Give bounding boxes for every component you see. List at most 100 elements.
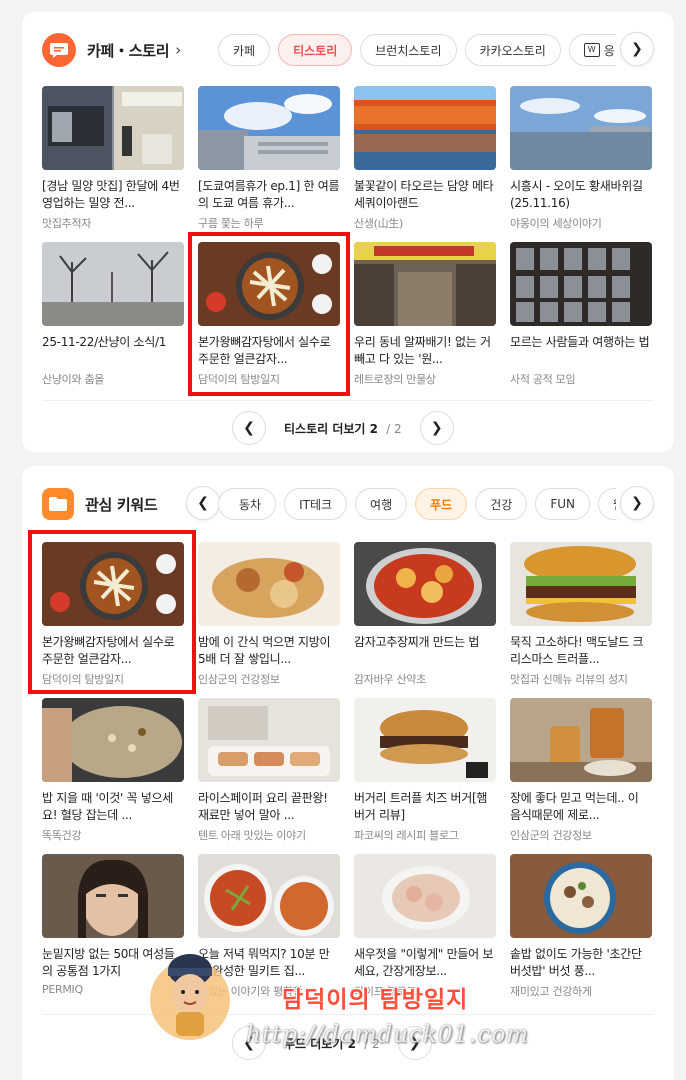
item-title: 밤에 이 간식 먹으면 지방이 5배 더 잘 쌓입니...	[198, 635, 331, 666]
thumbnail	[510, 854, 652, 938]
item-source: 산냥이와 춤을	[42, 373, 105, 386]
chevron-right-icon: ›	[175, 41, 182, 59]
item-title: 밥 지을 때 '이것' 꼭 넣으세요! 혈당 잡는데 ...	[42, 791, 173, 822]
thumbnail	[354, 542, 496, 626]
item-title: 감자고추장찌개 만드는 법	[354, 635, 480, 649]
tabs-prev-button[interactable]: ❮	[186, 486, 220, 520]
watermark-title: 담덕이의 탐방일지	[282, 986, 469, 1013]
list-item[interactable]: 묵직 고소하다! 맥도날드 크리스마스 트러플... 맛집과 신메뉴 리뷰의 성…	[510, 542, 652, 686]
item-title: 우리 동네 알짜배기! 없는 거 빼고 다 있는 '원...	[354, 335, 491, 366]
watermark-url: http://damduck01.com	[246, 1022, 529, 1048]
item-source: 사적 공적 모임	[510, 373, 576, 386]
list-item[interactable]: 시흥시 - 오이도 황새바위길 (25.11.16) 야옹이의 세상이야기	[510, 86, 652, 230]
chevron-right-icon: ❯	[430, 420, 443, 436]
thumbnail	[42, 854, 184, 938]
highlight-box	[188, 232, 350, 396]
thumbnail	[354, 86, 496, 170]
chevron-left-icon: ❮	[197, 495, 209, 511]
tab-kakaostory[interactable]: 카카오스토리	[464, 34, 561, 66]
list-item[interactable]: 장에 좋다 믿고 먹는데.. 이 음식때문에 제로... 인삼군의 건강정보	[510, 698, 652, 842]
list-item[interactable]: 밤에 이 간식 먹으면 지방이 5배 더 잘 쌓입니... 인삼군의 건강정보	[198, 542, 340, 686]
divider	[42, 400, 654, 401]
thumbnail	[510, 542, 652, 626]
tab-cafe[interactable]: 카페	[218, 34, 271, 66]
more-link[interactable]: 티스토리 더보기 2 / 2	[284, 420, 402, 437]
thumbnail	[42, 698, 184, 782]
list-item[interactable]: 우리 동네 알짜배기! 없는 거 빼고 다 있는 '원... 레트로장의 만물상	[354, 242, 496, 386]
tabs-next-button[interactable]: ❯	[620, 32, 654, 66]
tab-tistory[interactable]: 티스토리	[278, 34, 353, 66]
chevron-right-icon: ❯	[631, 495, 643, 511]
item-source: 레트로장의 만물상	[354, 373, 436, 386]
tab-brunch[interactable]: 브런치스토리	[360, 34, 457, 66]
tab-travel[interactable]: 여행	[355, 488, 408, 520]
thumbnail	[354, 854, 496, 938]
list-item[interactable]: 라이스페이퍼 요리 끝판왕! 재료만 넣어 말아 ... 텐트 아래 맛있는 이…	[198, 698, 340, 842]
more-label: 티스토리 더보기	[284, 421, 366, 436]
section-title: 카페・스토리	[87, 41, 170, 60]
thumbnail	[198, 542, 340, 626]
item-title: 솥밥 없이도 가능한 '초간단 버섯밥' 버섯 풍...	[510, 947, 642, 978]
tab-webtoon[interactable]: 웹툰	[598, 488, 616, 520]
item-title: 새우젓을 "이렇게" 만들어 보세요, 간장게장보...	[354, 947, 494, 978]
item-title: 버거리 트러플 치즈 버거[햄버거 리뷰]	[354, 791, 488, 822]
list-item[interactable]: 버거리 트러플 치즈 버거[햄버거 리뷰] 파코씨의 레시피 블로그	[354, 698, 496, 842]
item-source: 재미있고 건강하게	[510, 985, 592, 998]
thumbnail	[198, 698, 340, 782]
chevron-right-icon: ❯	[631, 41, 643, 57]
list-item[interactable]: 솥밥 없이도 가능한 '초간단 버섯밥' 버섯 풍... 재미있고 건강하게	[510, 854, 652, 998]
thumbnail	[354, 698, 496, 782]
item-source: 맛집과 신메뉴 리뷰의 성지	[510, 673, 628, 686]
prev-page-button[interactable]: ❮	[232, 411, 266, 445]
tabs-next-button[interactable]: ❯	[620, 486, 654, 520]
item-source: 인삼군의 건강정보	[198, 673, 280, 686]
item-source: 똑똑건강	[42, 829, 82, 842]
item-source: 맛집추적자	[42, 217, 92, 230]
thumbnail	[510, 698, 652, 782]
item-title: 모르는 사람들과 여행하는 법	[510, 335, 650, 349]
thumbnail	[42, 86, 184, 170]
brand-icon: W	[583, 43, 600, 57]
thumbnail	[354, 242, 496, 326]
item-title: 묵직 고소하다! 맥도날드 크리스마스 트러플...	[510, 635, 644, 666]
item-title: [경남 밀양 맛집] 한달에 4번 영업하는 밀양 전...	[42, 179, 180, 210]
item-source: 감자바우 산약초	[354, 673, 426, 686]
item-title: 불꽃같이 타오르는 담양 메타세쿼이아랜드	[354, 179, 494, 210]
kakao-story-icon	[42, 33, 76, 67]
list-item[interactable]: 새우젓을 "이렇게" 만들어 보세요, 간장게장보... 라이프 블로그	[354, 854, 496, 998]
item-title: 25-11-22/산냥이 소식/1	[42, 335, 167, 349]
tab-more[interactable]: W 응	[568, 34, 616, 66]
list-item[interactable]: 모르는 사람들과 여행하는 법 사적 공적 모임	[510, 242, 652, 386]
item-title: [도쿄여름휴가 ep.1] 한 여름의 도쿄 여름 휴가...	[198, 179, 340, 210]
tab-label: 응	[603, 43, 615, 58]
list-item[interactable]: [도쿄여름휴가 ep.1] 한 여름의 도쿄 여름 휴가... 구름 쫓는 하루	[198, 86, 340, 230]
list-item[interactable]: 밥 지을 때 '이것' 꼭 넣으세요! 혈당 잡는데 ... 똑똑건강	[42, 698, 184, 842]
item-source: 산생(山生)	[354, 217, 404, 230]
item-source: 야옹이의 세상이야기	[510, 217, 602, 230]
thumbnail	[198, 86, 340, 170]
watermark-avatar	[148, 944, 232, 1044]
tab-food[interactable]: 푸드	[415, 488, 468, 520]
list-item[interactable]: [경남 밀양 맛집] 한달에 4번 영업하는 밀양 전... 맛집추적자	[42, 86, 184, 230]
tab-health[interactable]: 건강	[475, 488, 528, 520]
item-title: 장에 좋다 믿고 먹는데.. 이 음식때문에 제로...	[510, 791, 639, 822]
story-section: 카페・스토리 › 카페 티스토리 브런치스토리 카카오스토리 W 응 ❯ [경남…	[22, 12, 674, 452]
list-item[interactable]: 25-11-22/산냥이 소식/1 산냥이와 춤을	[42, 242, 184, 386]
thumbnail	[510, 86, 652, 170]
folder-icon	[42, 488, 74, 520]
item-title: 라이스페이퍼 요리 끝판왕! 재료만 넣어 말아 ...	[198, 791, 328, 822]
page-current: 2	[369, 421, 379, 436]
thumbnail	[510, 242, 652, 326]
tab-fun[interactable]: FUN	[535, 488, 590, 520]
thumbnail	[198, 854, 340, 938]
story-tabs: 카페 티스토리 브런치스토리 카카오스토리 W 응	[218, 32, 616, 68]
item-source: 파코씨의 레시피 블로그	[354, 829, 459, 842]
item-source: 구름 쫓는 하루	[198, 217, 264, 230]
tab-auto[interactable]: 동차	[218, 488, 277, 520]
tab-it[interactable]: IT테크	[284, 488, 348, 520]
keyword-tabs: 동차 IT테크 여행 푸드 건강 FUN 웹툰	[218, 486, 616, 522]
list-item[interactable]: 불꽃같이 타오르는 담양 메타세쿼이아랜드 산생(山生)	[354, 86, 496, 230]
list-item[interactable]: 감자고추장찌개 만드는 법 감자바우 산약초	[354, 542, 496, 686]
next-page-button[interactable]: ❯	[419, 411, 454, 445]
item-source: 텐트 아래 맛있는 이야기	[198, 829, 306, 842]
